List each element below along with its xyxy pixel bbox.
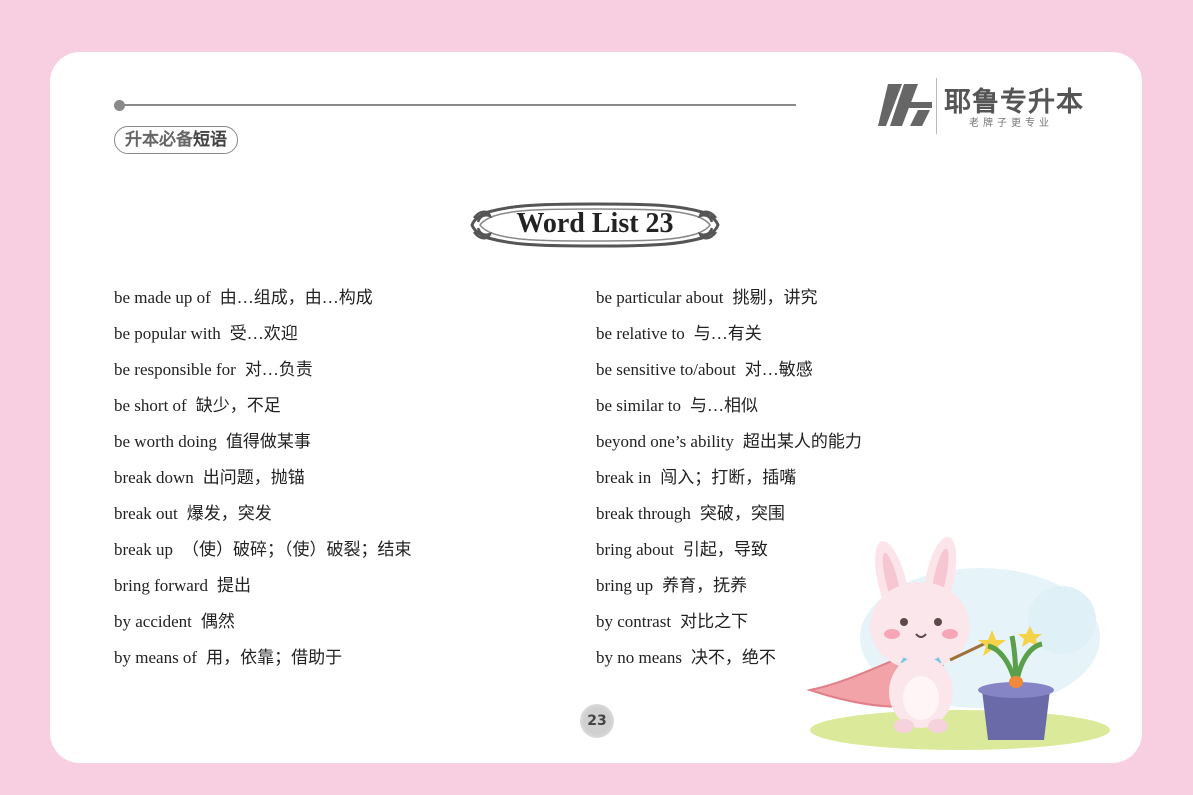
brand-logo: 耶鲁专升本 老牌子更专业: [878, 78, 1088, 138]
phrase-meaning: 对…敏感: [744, 360, 813, 379]
phrase-meaning: 提出: [216, 576, 251, 595]
phrase-term: break down: [114, 468, 194, 487]
list-item: be relative to 与…有关: [596, 318, 862, 354]
phrase-term: be sensitive to/about: [596, 360, 736, 379]
list-item: by accident 偶然: [114, 606, 412, 642]
phrase-meaning: 闯入；打断，插嘴: [660, 468, 797, 487]
phrase-meaning: 受…欢迎: [229, 324, 298, 343]
list-item: be made up of 由…组成，由…构成: [114, 282, 412, 318]
list-item: break through 突破，突围: [596, 498, 862, 534]
list-item: bring forward 提出: [114, 570, 412, 606]
list-item: by means of 用，依靠；借助于: [114, 642, 412, 678]
phrase-term: be relative to: [596, 324, 685, 343]
phrase-term: beyond one’s ability: [596, 432, 734, 451]
phrase-term: be similar to: [596, 396, 681, 415]
phrase-meaning: 值得做某事: [225, 432, 311, 451]
phrase-term: break out: [114, 504, 178, 523]
list-item: be worth doing 值得做某事: [114, 426, 412, 462]
section-tag-strong: 短语: [193, 130, 227, 150]
phrase-term: be made up of: [114, 288, 211, 307]
list-item: beyond one’s ability 超出某人的能力: [596, 426, 862, 462]
phrase-meaning: 出问题，抛锚: [202, 468, 305, 487]
brand-slogan: 老牌子更专业: [969, 118, 1053, 129]
bunny-magician-illustration: [806, 536, 1110, 750]
phrase-term: be responsible for: [114, 360, 236, 379]
phrase-term: be short of: [114, 396, 187, 415]
phrase-meaning: 与…相似: [689, 396, 758, 415]
phrase-term: be particular about: [596, 288, 724, 307]
header-rule: [124, 104, 796, 106]
phrase-meaning: 超出某人的能力: [742, 432, 862, 451]
phrase-meaning: 突破，突围: [699, 504, 785, 523]
phrase-meaning: 爆发，突发: [186, 504, 272, 523]
list-item: be similar to 与…相似: [596, 390, 862, 426]
phrase-meaning: 偶然: [200, 612, 235, 631]
list-item: be particular about 挑剔，讲究: [596, 282, 862, 318]
title-banner: Word List 23: [470, 198, 720, 252]
phrase-meaning: 挑剔，讲究: [732, 288, 818, 307]
list-item: be short of 缺少，不足: [114, 390, 412, 426]
section-tag: 升本必备短语: [114, 126, 238, 154]
phrase-meaning: 缺少，不足: [195, 396, 281, 415]
phrase-meaning: 用，依靠；借助于: [206, 648, 343, 667]
section-tag-prefix: 升本必备: [125, 130, 193, 150]
list-item: break out 爆发，突发: [114, 498, 412, 534]
phrase-meaning: 对…负责: [244, 360, 313, 379]
phrase-term: bring about: [596, 540, 674, 559]
phrase-term: break in: [596, 468, 652, 487]
list-item: break in 闯入；打断，插嘴: [596, 462, 862, 498]
phrase-term: by no means: [596, 648, 682, 667]
word-list-title: Word List 23: [516, 208, 674, 239]
phrase-term: bring forward: [114, 576, 208, 595]
list-item: be sensitive to/about 对…敏感: [596, 354, 862, 390]
phrase-term: by means of: [114, 648, 198, 667]
list-item: be popular with 受…欢迎: [114, 318, 412, 354]
phrase-list-left: be made up of 由…组成，由…构成 be popular with 受……: [114, 282, 412, 678]
phrase-term: by contrast: [596, 612, 672, 631]
brand-divider: [936, 78, 937, 134]
brand-mark-icon: [878, 84, 932, 126]
phrase-meaning: 对比之下: [680, 612, 749, 631]
phrase-term: bring up: [596, 576, 654, 595]
phrase-term: break through: [596, 504, 691, 523]
phrase-term: be worth doing: [114, 432, 217, 451]
phrase-meaning: 与…有关: [693, 324, 762, 343]
page-number: 23: [580, 704, 614, 738]
phrase-meaning: 决不，绝不: [690, 648, 776, 667]
phrase-term: break up: [114, 540, 174, 559]
list-item: break up （使）破碎；（使）破裂；结束: [114, 534, 412, 570]
phrase-term: be popular with: [114, 324, 221, 343]
phrase-meaning: 养育，抚养: [662, 576, 748, 595]
phrase-term: by accident: [114, 612, 192, 631]
phrase-meaning: 由…组成，由…构成: [219, 288, 373, 307]
phrase-meaning: 引起，导致: [682, 540, 768, 559]
phrase-meaning: （使）破碎；（使）破裂；结束: [182, 540, 412, 559]
list-item: be responsible for 对…负责: [114, 354, 412, 390]
list-item: break down 出问题，抛锚: [114, 462, 412, 498]
